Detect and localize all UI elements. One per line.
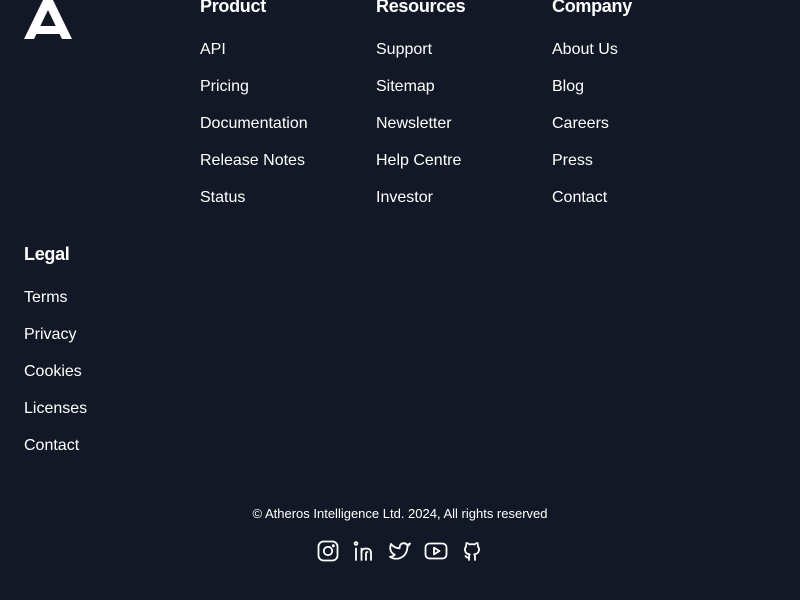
column-title-company: Company (552, 0, 632, 16)
link-investor[interactable]: Investor (376, 189, 433, 206)
footer-link-terms[interactable]: Terms (24, 288, 68, 308)
footer-column-legal: Legal Terms Privacy Cookies Licenses Con… (24, 243, 184, 454)
footer-link-press[interactable]: Press (552, 151, 593, 171)
github-icon[interactable] (460, 539, 484, 563)
footer-column-product: Product API Pricing Documentation Releas… (200, 0, 360, 206)
twitter-icon[interactable] (388, 539, 412, 563)
link-newsletter[interactable]: Newsletter (376, 115, 452, 132)
footer-link-release-notes[interactable]: Release Notes (200, 151, 305, 171)
column-title-legal: Legal (24, 244, 70, 264)
link-status[interactable]: Status (200, 189, 245, 206)
link-blog[interactable]: Blog (552, 78, 584, 95)
footer-column-resources: Resources Support Sitemap Newsletter Hel… (376, 0, 536, 206)
youtube-icon[interactable] (424, 539, 448, 563)
footer-link-about-us[interactable]: About Us (552, 40, 618, 60)
link-documentation[interactable]: Documentation (200, 115, 308, 132)
footer-link-sitemap[interactable]: Sitemap (376, 77, 435, 97)
footer-link-privacy[interactable]: Privacy (24, 325, 76, 345)
link-support[interactable]: Support (376, 41, 432, 58)
instagram-icon[interactable] (316, 539, 340, 563)
link-api[interactable]: API (200, 41, 226, 58)
link-licenses[interactable]: Licenses (24, 400, 87, 417)
footer-link-pricing[interactable]: Pricing (200, 77, 249, 97)
link-careers[interactable]: Careers (552, 115, 609, 132)
column-title-resources: Resources (376, 0, 466, 16)
social-links (316, 539, 484, 565)
link-contact-company[interactable]: Contact (552, 189, 607, 206)
link-cookies[interactable]: Cookies (24, 363, 82, 380)
atheros-logo-icon[interactable] (24, 0, 72, 39)
copyright-text: © Atheros Intelligence Ltd. 2024, All ri… (252, 506, 548, 521)
footer-link-documentation[interactable]: Documentation (200, 114, 308, 134)
footer-link-investor[interactable]: Investor (376, 188, 433, 208)
footer-link-careers[interactable]: Careers (552, 114, 609, 134)
footer-link-status[interactable]: Status (200, 188, 245, 208)
footer-link-blog[interactable]: Blog (552, 77, 584, 97)
link-help-centre[interactable]: Help Centre (376, 152, 461, 169)
link-sitemap[interactable]: Sitemap (376, 78, 435, 95)
link-privacy[interactable]: Privacy (24, 326, 76, 343)
footer-link-contact-company[interactable]: Contact (552, 188, 607, 208)
footer-link-newsletter[interactable]: Newsletter (376, 114, 452, 134)
footer-link-contact-legal[interactable]: Contact (24, 436, 79, 456)
footer-link-api[interactable]: API (200, 40, 226, 60)
footer-link-help-centre[interactable]: Help Centre (376, 151, 461, 171)
footer-link-cookies[interactable]: Cookies (24, 362, 82, 382)
footer-link-support[interactable]: Support (376, 40, 432, 60)
link-press[interactable]: Press (552, 152, 593, 169)
linkedin-icon[interactable] (352, 539, 376, 563)
link-terms[interactable]: Terms (24, 289, 68, 306)
link-release-notes[interactable]: Release Notes (200, 152, 305, 169)
footer-column-company: Company About Us Blog Careers Press Cont… (552, 0, 712, 206)
column-title-product: Product (200, 0, 266, 16)
link-contact-legal[interactable]: Contact (24, 437, 79, 454)
link-about-us[interactable]: About Us (552, 41, 618, 58)
link-pricing[interactable]: Pricing (200, 78, 249, 95)
footer-link-licenses[interactable]: Licenses (24, 399, 87, 419)
